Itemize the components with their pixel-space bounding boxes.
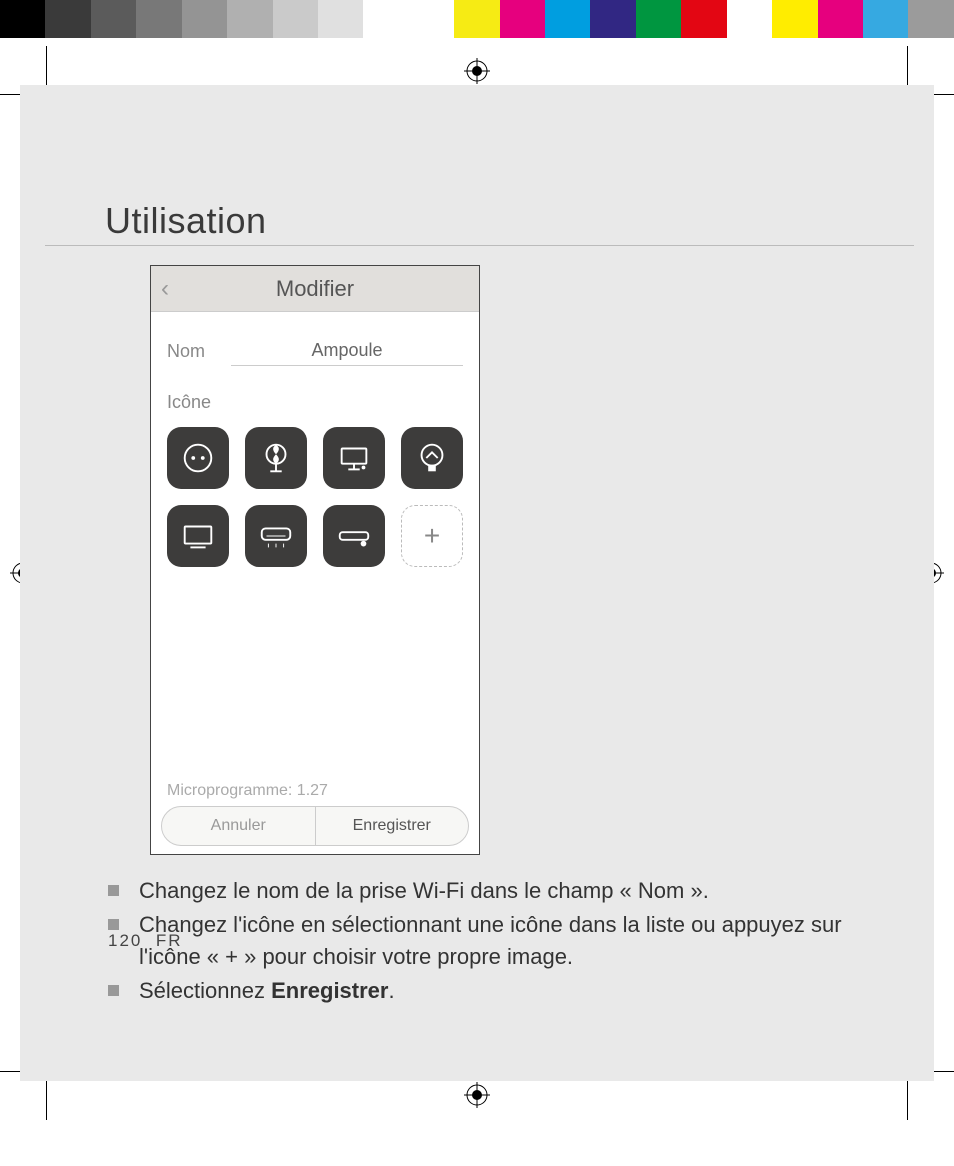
instruction-bullet: Sélectionnez Enregistrer. — [108, 975, 874, 1007]
bulb-icon[interactable] — [401, 427, 463, 489]
name-field-row: Nom — [151, 312, 479, 374]
icon-grid: + — [151, 421, 479, 573]
phone-screenshot: ‹ Modifier Nom Icône + Microprogramme: 1… — [150, 265, 480, 855]
name-label: Nom — [167, 341, 211, 362]
instruction-text: Sélectionnez Enregistrer. — [139, 975, 874, 1007]
name-input[interactable] — [231, 336, 463, 366]
soundbar-icon[interactable] — [323, 505, 385, 567]
instruction-bullet: Changez l'icône en sélectionnant une icô… — [108, 909, 874, 973]
fan-icon[interactable] — [245, 427, 307, 489]
registration-mark-top — [464, 58, 490, 84]
icon-label: Icône — [151, 374, 479, 421]
page-frame: Utilisation ‹ Modifier Nom Icône + Micro… — [20, 85, 934, 1081]
crop-mark — [46, 46, 47, 86]
color-calibration-bar — [0, 0, 954, 38]
instruction-text: Changez le nom de la prise Wi-Fi dans le… — [139, 875, 874, 907]
crop-mark — [907, 46, 908, 86]
crop-mark — [907, 1080, 908, 1120]
crop-mark — [46, 1080, 47, 1120]
phone-header-title: Modifier — [276, 276, 354, 302]
save-button[interactable]: Enregistrer — [316, 807, 469, 845]
instruction-bullet: Changez le nom de la prise Wi-Fi dans le… — [108, 875, 874, 907]
firmware-label: Microprogramme: 1.27 — [167, 782, 328, 800]
phone-button-row: Annuler Enregistrer — [161, 806, 469, 846]
tv-icon[interactable] — [167, 505, 229, 567]
bullet-square-icon — [108, 919, 119, 930]
instruction-text: Changez l'icône en sélectionnant une icô… — [139, 909, 874, 973]
bullet-square-icon — [108, 885, 119, 896]
add-icon-button[interactable]: + — [401, 505, 463, 567]
socket-icon[interactable] — [167, 427, 229, 489]
page-title: Utilisation — [105, 200, 267, 242]
monitor-icon[interactable] — [323, 427, 385, 489]
page-number: 120 FR — [108, 931, 183, 951]
registration-mark-bottom — [464, 1082, 490, 1108]
phone-header: ‹ Modifier — [151, 266, 479, 312]
heading-rule — [45, 245, 914, 246]
instructions-list: Changez le nom de la prise Wi-Fi dans le… — [108, 875, 874, 1009]
cancel-button[interactable]: Annuler — [162, 807, 316, 845]
back-chevron-icon[interactable]: ‹ — [161, 275, 169, 303]
aircon-icon[interactable] — [245, 505, 307, 567]
bullet-square-icon — [108, 985, 119, 996]
